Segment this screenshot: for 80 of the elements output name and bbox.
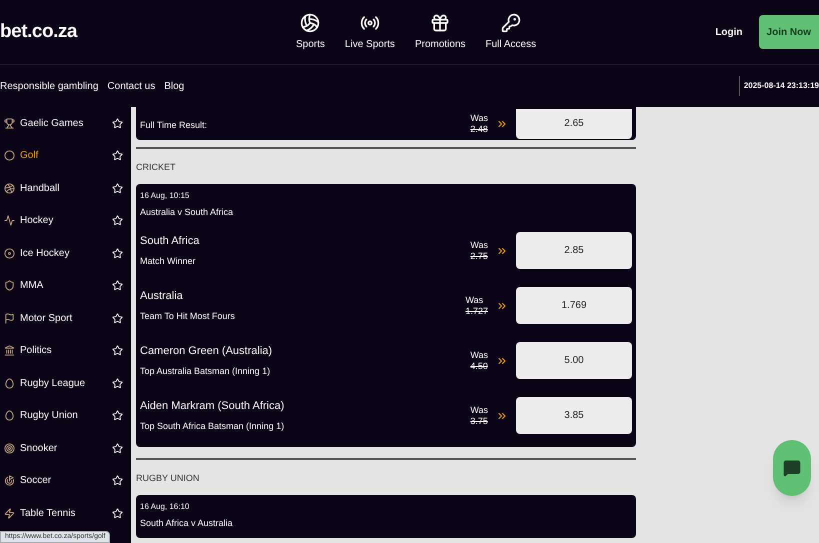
chat-bubble-icon xyxy=(783,459,801,477)
sport-item[interactable]: MMA xyxy=(0,270,131,302)
target-icon xyxy=(4,442,15,454)
selection-name: South Africa xyxy=(140,234,200,248)
sport-item[interactable]: Ice Hockey xyxy=(0,237,131,270)
favourite-star-icon[interactable] xyxy=(112,182,123,194)
ball-icon xyxy=(4,182,15,194)
was-label: Was xyxy=(470,240,488,250)
puck-icon xyxy=(4,248,15,259)
favourite-star-icon[interactable] xyxy=(112,312,123,324)
favourite-star-icon[interactable] xyxy=(112,118,123,129)
favourite-star-icon[interactable] xyxy=(112,248,123,259)
sport-item[interactable]: Motor Sport xyxy=(0,302,131,334)
market-name: Team To Hit Most Fours xyxy=(140,310,236,323)
previous-odds: 4.50 xyxy=(470,360,488,372)
selection-name: Australia xyxy=(140,288,184,304)
favourite-star-icon[interactable] xyxy=(112,280,123,292)
market-name: Top Australia Batsman (Inning 1) xyxy=(140,365,272,378)
odds-button[interactable]: 3.85 xyxy=(516,397,632,434)
market-name: Match Winner xyxy=(140,255,197,268)
favourite-star-icon[interactable] xyxy=(112,378,123,389)
previous-odds: 2.75 xyxy=(470,250,488,262)
sport-item[interactable]: Rugby Union xyxy=(0,400,131,432)
selection-name: Aiden Markram (South Africa) xyxy=(140,398,286,414)
building-icon xyxy=(4,345,15,356)
was-label: Was xyxy=(470,350,488,360)
ball-icon xyxy=(4,150,15,162)
gift-icon xyxy=(430,12,450,32)
market-name: Top South Africa Batsman (Inning 1) xyxy=(140,420,286,433)
odds-button[interactable]: 1.769 xyxy=(516,287,632,324)
odds-button[interactable]: 5.00 xyxy=(516,342,632,379)
previous-odds: 3.75 xyxy=(470,416,488,426)
nav-link[interactable]: Promotions xyxy=(414,12,466,52)
sport-item[interactable]: Soccer xyxy=(0,464,131,497)
event-match: Australia v South Africa xyxy=(140,206,234,218)
sport-item[interactable]: Golf xyxy=(0,140,131,172)
sport-item[interactable]: Gaelic Games xyxy=(0,107,131,140)
previous-odds: 1.727 xyxy=(465,306,488,316)
selection-name: Full Time Result: xyxy=(140,120,208,130)
sport-item[interactable]: Snooker xyxy=(0,432,131,464)
chat-button[interactable] xyxy=(773,440,811,496)
odds-button[interactable]: 2.85 xyxy=(516,232,632,269)
logo[interactable]: bet.co.za xyxy=(0,18,296,46)
sport-item[interactable]: Hockey xyxy=(0,204,131,237)
ball-icon xyxy=(300,12,320,32)
sport-item[interactable]: Table Tennis xyxy=(0,497,131,530)
favourite-star-icon[interactable] xyxy=(112,215,123,226)
section-title: CRICKET xyxy=(136,161,177,174)
trophy-icon xyxy=(4,118,15,129)
section-title: RUGBY UNION xyxy=(136,472,200,485)
odds-button[interactable]: 2.65 xyxy=(516,108,632,138)
previous-odds: 2.48 xyxy=(470,124,488,134)
sport-item[interactable]: Rugby League xyxy=(0,367,131,400)
was-label: Was xyxy=(470,112,488,124)
selection-name: Cameron Green (Australia) xyxy=(140,344,274,358)
favourite-star-icon[interactable] xyxy=(112,345,123,356)
favourite-star-icon[interactable] xyxy=(112,150,123,162)
sport-item[interactable]: Handball xyxy=(0,172,131,204)
favourite-star-icon[interactable] xyxy=(112,475,123,486)
flag-icon xyxy=(4,312,15,324)
nav-link[interactable]: Full Access xyxy=(486,12,536,52)
subnav-link[interactable]: Responsible gambling xyxy=(0,78,98,94)
was-label: Was xyxy=(470,404,488,416)
join-button[interactable]: Join Now xyxy=(758,15,819,49)
key-icon xyxy=(500,12,521,32)
subnav-link[interactable]: Blog xyxy=(164,78,184,94)
favourite-star-icon[interactable] xyxy=(112,508,123,519)
favourite-star-icon[interactable] xyxy=(112,410,123,422)
event-time: 16 Aug, 10:15 xyxy=(140,190,190,202)
was-label: Was xyxy=(465,294,484,306)
favourite-star-icon[interactable] xyxy=(112,442,123,454)
sport-item[interactable]: Politics xyxy=(0,334,131,367)
nav-link[interactable]: Live Sports xyxy=(344,12,395,52)
shield-icon xyxy=(4,280,15,292)
subnav-link[interactable]: Contact us xyxy=(107,78,156,94)
date-time: 2025-08-14 23:13:19 xyxy=(738,76,819,96)
event-time: 16 Aug, 16:10 xyxy=(140,500,190,512)
login-link[interactable]: Login xyxy=(715,24,743,40)
nav-link[interactable]: Sports xyxy=(296,12,325,52)
event-match: South Africa v Australia xyxy=(140,516,234,530)
